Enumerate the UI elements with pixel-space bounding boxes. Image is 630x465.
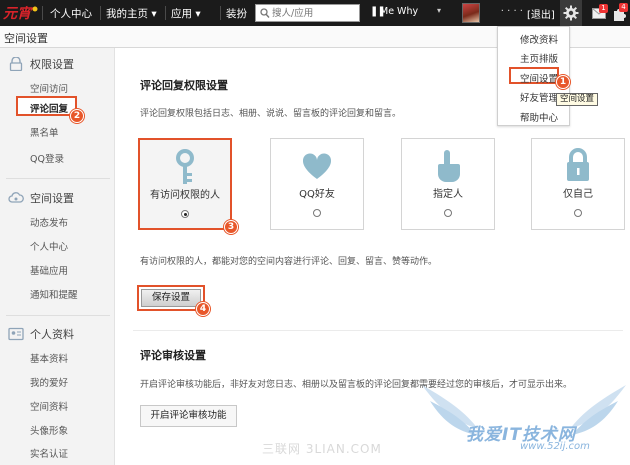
save-button[interactable]: 保存设置 xyxy=(141,289,201,307)
site-logo[interactable]: 元宵 xyxy=(2,3,40,23)
heart-icon xyxy=(302,153,332,179)
option-label: 有访问权限的人 xyxy=(150,190,220,201)
nav-my-homepage[interactable]: 我的主页 ▾ xyxy=(106,6,157,21)
option-card-visitors[interactable]: 有访问权限的人 xyxy=(138,138,232,230)
option-card-qq-friends[interactable]: QQ好友 xyxy=(270,138,364,230)
sidebar-section-space[interactable]: 空间设置 xyxy=(30,190,74,206)
option-radio[interactable] xyxy=(574,209,582,217)
settings-button[interactable] xyxy=(560,0,582,26)
sidebar-section-permission[interactable]: 权限设置 xyxy=(30,56,74,72)
tooltip: 空间设置 xyxy=(556,93,598,106)
step-marker-1: 1 xyxy=(556,75,570,89)
sidebar-item-realname[interactable]: 实名认证 xyxy=(30,446,68,460)
sidebar-item-space-info[interactable]: 空间资料 xyxy=(30,399,68,413)
sidebar-item-basic-apps[interactable]: 基础应用 xyxy=(30,263,68,277)
logout-link[interactable]: [退出] xyxy=(527,6,555,21)
option-card-only-me[interactable]: 仅自己 xyxy=(531,138,625,230)
sidebar-divider xyxy=(6,178,110,179)
sidebar-item-avatar[interactable]: 头像形象 xyxy=(30,423,68,437)
nav-divider xyxy=(42,6,43,20)
gear-icon xyxy=(563,5,579,21)
sidebar-item-space-access[interactable]: 空间访问 xyxy=(30,81,68,95)
mail-button[interactable]: 1 xyxy=(592,4,608,19)
chevron-down-icon[interactable]: ▾ xyxy=(437,6,441,15)
search-input[interactable] xyxy=(272,6,357,20)
page-title: 空间设置 xyxy=(4,32,48,45)
review-section-title: 评论审核设置 xyxy=(140,349,206,362)
sidebar-item-blacklist[interactable]: 黑名单 xyxy=(30,125,59,139)
option-radio[interactable] xyxy=(313,209,321,217)
permission-description: 评论回复权限包括日志、相册、说说、留言板的评论回复和留言。 xyxy=(140,109,402,119)
step-marker-2: 2 xyxy=(70,109,84,123)
option-label: 指定人 xyxy=(433,189,463,200)
nav-decorate[interactable]: 装扮 xyxy=(226,6,247,21)
sidebar-item-hobbies[interactable]: 我的爱好 xyxy=(30,375,68,389)
step-marker-3: 3 xyxy=(224,220,238,234)
enable-review-button[interactable]: 开启评论审核功能 xyxy=(140,405,237,427)
menu-item-edit-profile[interactable]: 修改资料 xyxy=(520,32,558,46)
mail-count-badge: 1 xyxy=(599,4,608,13)
option-radio[interactable] xyxy=(181,210,189,218)
avatar[interactable] xyxy=(462,3,480,23)
search-icon xyxy=(260,8,270,18)
svg-text:元宵: 元宵 xyxy=(3,5,33,22)
option-hint: 有访问权限的人，都能对您的空间内容进行评论、回复、留言、赞等动作。 xyxy=(140,257,438,267)
music-title: Me Why xyxy=(380,6,419,17)
username[interactable]: · · · · xyxy=(483,6,523,20)
watermark-3lian: 三联网 3LIAN.COM xyxy=(262,442,382,456)
apps-button[interactable]: 4 xyxy=(613,3,628,21)
lock-icon xyxy=(9,57,23,71)
profile-card-icon xyxy=(8,327,24,341)
option-label: QQ好友 xyxy=(299,189,335,200)
hand-pointer-icon xyxy=(438,150,460,182)
nav-divider xyxy=(220,6,221,20)
nav-divider xyxy=(100,6,101,20)
sidebar-item-notifications[interactable]: 通知和提醒 xyxy=(30,287,78,301)
music-player[interactable]: ❚❚ Me Why ▾ xyxy=(363,4,449,22)
sidebar-section-profile[interactable]: 个人资料 xyxy=(30,326,74,342)
step-marker-4: 4 xyxy=(196,302,210,316)
option-card-specified[interactable]: 指定人 xyxy=(401,138,495,230)
app-count-badge: 4 xyxy=(619,3,628,12)
sidebar-item-basic-info[interactable]: 基本资料 xyxy=(30,351,68,365)
search-box[interactable] xyxy=(255,4,360,22)
menu-item-homepage-layout[interactable]: 主页排版 xyxy=(520,51,558,65)
option-label: 仅自己 xyxy=(563,189,593,200)
menu-item-space-settings[interactable]: 空间设置 xyxy=(520,71,558,85)
cloud-gear-icon xyxy=(8,192,24,203)
sidebar-item-qq-login[interactable]: QQ登录 xyxy=(30,151,64,165)
key-icon xyxy=(176,149,194,184)
sidebar-item-feed-publish[interactable]: 动态发布 xyxy=(30,215,68,229)
sidebar-item-comment-reply-label[interactable]: 评论回复 xyxy=(30,101,68,115)
sidebar-divider xyxy=(6,315,110,316)
permission-section-title: 评论回复权限设置 xyxy=(140,79,228,92)
menu-item-friend-management[interactable]: 好友管理 xyxy=(520,90,558,104)
nav-apps[interactable]: 应用 ▾ xyxy=(171,6,201,21)
top-navigation-bar: 元宵 个人中心 我的主页 ▾ 应用 ▾ 装扮 ❚❚ Me Why ▾ · · ·… xyxy=(0,0,630,26)
lock-icon xyxy=(567,148,589,181)
section-divider xyxy=(133,330,623,331)
nav-divider xyxy=(165,6,166,20)
menu-item-help-center[interactable]: 帮助中心 xyxy=(520,110,558,124)
nav-personal-center[interactable]: 个人中心 xyxy=(50,6,92,21)
option-radio[interactable] xyxy=(444,209,452,217)
watermark-url: www.52ij.com xyxy=(520,441,590,452)
sidebar-item-personal-center[interactable]: 个人中心 xyxy=(30,239,68,253)
